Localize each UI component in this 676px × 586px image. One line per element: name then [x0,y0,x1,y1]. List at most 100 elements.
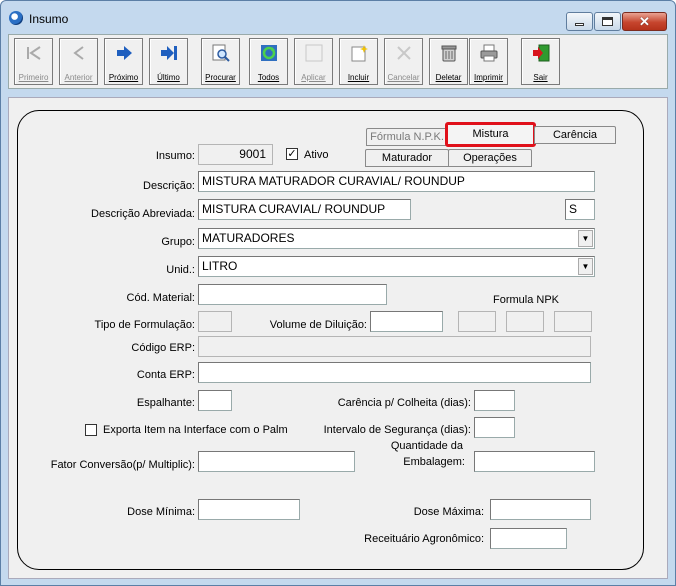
close-button[interactable]: ✕ [622,12,667,31]
exit-door-icon [532,44,550,62]
trash-icon [440,44,458,62]
search-button[interactable]: Procurar [201,38,240,85]
app-icon [9,11,23,25]
exporta-checkbox[interactable] [85,424,97,436]
print-button[interactable]: Imprimir [469,38,508,85]
maximize-icon [602,17,613,26]
descricao-label: Descrição: [143,180,195,192]
previous-record-icon [70,44,88,62]
npk-p-field[interactable] [506,311,544,332]
unid-value: LITRO [202,259,238,273]
codigo-erp-field[interactable] [198,336,591,357]
minimize-button[interactable] [566,12,593,31]
espalhante-field[interactable] [198,390,232,411]
search-icon [212,44,230,62]
exit-label: Sair [533,73,548,82]
tab-mistura[interactable]: Mistura [445,122,536,147]
cancel-label: Cancelar [387,73,420,82]
cancel-icon [395,44,413,62]
all-label: Todos [257,73,280,82]
npk-k-field[interactable] [554,311,592,332]
tab-formula-npk[interactable]: Fórmula N.P.K. [366,128,448,146]
previous-button[interactable]: Anterior [59,38,98,85]
carencia-colheita-label: Carência p/ Colheita (dias): [337,397,471,409]
descricao-abreviada-field[interactable]: MISTURA CURAVIAL/ ROUNDUP [198,199,411,220]
quantidade-embalagem-field[interactable] [474,451,595,472]
receituario-field[interactable] [490,528,567,549]
delete-label: Deletar [435,73,462,82]
insumo-label: Insumo: [155,150,195,162]
flag-field[interactable]: S [565,199,595,220]
cod-material-label: Cód. Material: [126,292,195,304]
printer-icon [480,44,498,62]
refresh-all-icon [260,44,278,62]
chevron-down-icon[interactable]: ▼ [578,258,593,275]
volume-diluicao-label: Volume de Diluição: [269,319,367,331]
chevron-down-icon[interactable]: ▼ [578,230,593,247]
search-label: Procurar [205,73,236,82]
include-label: Incluir [347,73,370,82]
dose-maxima-field[interactable] [490,499,591,520]
last-label: Último [157,73,180,82]
cancel-button[interactable]: Cancelar [384,38,423,85]
conta-erp-field[interactable] [198,362,591,383]
descricao-field[interactable]: MISTURA MATURADOR CURAVIAL/ ROUNDUP [198,171,595,192]
maximize-button[interactable] [594,12,621,31]
codigo-erp-label: Código ERP: [131,342,195,354]
grupo-label: Grupo: [161,236,195,248]
close-icon: ✕ [639,14,650,29]
exit-button[interactable]: Sair [521,38,560,85]
formula-npk-label: Formula NPK [493,294,560,306]
tab-maturador[interactable]: Maturador [365,149,449,167]
conta-erp-label: Conta ERP: [136,369,195,381]
fator-conversao-field[interactable] [198,451,355,472]
title-bar[interactable]: Insumo ✕ [1,1,675,33]
print-label: Imprimir [474,73,503,82]
grupo-value: MATURADORES [202,231,295,245]
window-title: Insumo [29,12,69,26]
exporta-label: Exporta Item na Interface com o Palm [103,424,288,436]
tipo-formulacao-label: Tipo de Formulação: [94,319,195,331]
tab-carencia[interactable]: Carência [534,126,616,144]
new-document-icon [350,44,368,62]
quantidade-embalagem-label-1: Quantidade da [390,440,463,452]
carencia-colheita-field[interactable] [474,390,515,411]
previous-label: Anterior [64,73,93,82]
last-record-icon [160,44,178,62]
insumo-window: Insumo ✕ Primeiro Anterior Próximo Últim… [0,0,676,586]
include-button[interactable]: Incluir [339,38,378,85]
npk-n-field[interactable] [458,311,496,332]
apply-label: Aplicar [301,73,326,82]
first-record-icon [25,44,43,62]
tab-operacoes[interactable]: Operações [448,149,532,167]
toolbar: Primeiro Anterior Próximo Último Procura… [8,34,668,89]
apply-icon [305,44,323,62]
unid-select[interactable]: LITRO ▼ [198,256,595,277]
next-record-icon [115,44,133,62]
delete-button[interactable]: Deletar [429,38,468,85]
apply-button[interactable]: Aplicar [294,38,333,85]
dose-maxima-label: Dose Máxima: [413,506,484,518]
dose-minima-field[interactable] [198,499,300,520]
next-button[interactable]: Próximo [104,38,143,85]
grupo-select[interactable]: MATURADORES ▼ [198,228,595,249]
tipo-formulacao-field[interactable] [198,311,232,332]
last-button[interactable]: Último [149,38,188,85]
insumo-field[interactable]: 9001 [198,144,273,165]
dose-minima-label: Dose Mínima: [127,506,195,518]
quantidade-embalagem-label-2: Embalagem: [403,456,465,468]
descricao-abreviada-label: Descrição Abreviada: [91,208,195,220]
cod-material-field[interactable] [198,284,387,305]
intervalo-seguranca-field[interactable] [474,417,515,438]
receituario-label: Receituário Agronômico: [364,533,484,545]
all-button[interactable]: Todos [249,38,288,85]
first-label: Primeiro [18,73,49,82]
next-label: Próximo [108,73,139,82]
unid-label: Unid.: [166,264,195,276]
first-button[interactable]: Primeiro [14,38,53,85]
ativo-checkbox[interactable]: ✓ [286,148,298,160]
minimize-icon [575,23,584,26]
volume-diluicao-field[interactable] [370,311,443,332]
fator-conversao-label: Fator Conversão(p/ Multiplic): [50,459,195,471]
intervalo-seguranca-label: Intervalo de Segurança (dias): [323,424,471,436]
